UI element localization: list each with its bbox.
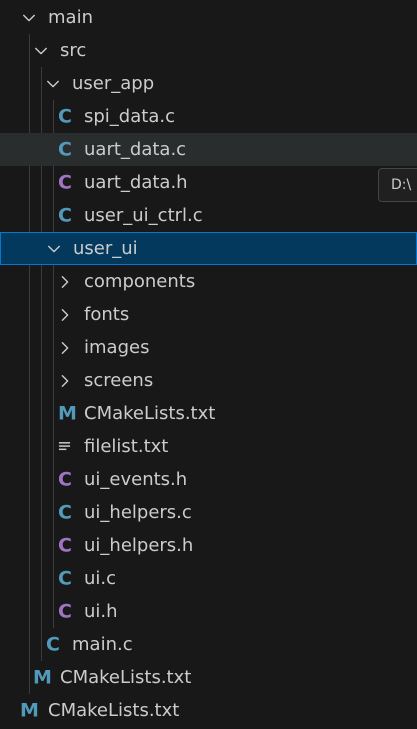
c-header-icon: C xyxy=(58,600,72,622)
tree-item-label: ui_helpers.c xyxy=(84,501,192,523)
c-source-icon: C xyxy=(58,567,72,589)
tree-item-label: main.c xyxy=(72,633,133,655)
chevron-right-icon[interactable] xyxy=(58,308,72,322)
tree-file-main-c[interactable]: Cmain.c xyxy=(0,628,417,661)
tree-item-label: user_ui_ctrl.c xyxy=(84,204,203,226)
c-header-icon: C xyxy=(58,171,72,193)
tree-file-ui-helpers-h[interactable]: Cui_helpers.h xyxy=(0,529,417,562)
text-file-icon xyxy=(58,440,71,453)
tree-item-label: screens xyxy=(84,369,154,391)
path-tooltip: D:\ xyxy=(378,168,417,202)
tree-file-cmakelists-txt[interactable]: M CMakeLists.txt xyxy=(0,661,417,694)
chevron-down-icon[interactable] xyxy=(47,242,61,256)
tree-item-label: ui_events.h xyxy=(84,468,188,490)
tree-file-ui-helpers-c[interactable]: Cui_helpers.c xyxy=(0,496,417,529)
tree-file-ui-c[interactable]: Cui.c xyxy=(0,562,417,595)
c-source-icon: C xyxy=(58,138,72,160)
tree-file-ui-events-h[interactable]: Cui_events.h xyxy=(0,463,417,496)
tree-item-label: uart_data.h xyxy=(84,171,188,193)
tooltip-text: D:\ xyxy=(391,177,412,193)
chevron-down-icon[interactable] xyxy=(34,44,48,58)
cmake-icon: M xyxy=(33,666,52,688)
tree-item-label: src xyxy=(60,39,87,61)
tree-file-filelist-txt[interactable]: filelist.txt xyxy=(0,430,417,463)
tree-item-label: uart_data.c xyxy=(84,138,187,160)
tree-folder-main[interactable]: main xyxy=(0,1,417,34)
tree-item-label: fonts xyxy=(84,303,130,325)
tree-item-label: CMakeLists.txt xyxy=(84,402,216,424)
tree-folder-fonts[interactable]: fonts xyxy=(0,298,417,331)
tree-file-user-ui-ctrl-c[interactable]: Cuser_ui_ctrl.c xyxy=(0,199,417,232)
tree-item-label: filelist.txt xyxy=(84,435,169,457)
c-source-icon: C xyxy=(58,105,72,127)
tree-item-label: CMakeLists.txt xyxy=(60,666,192,688)
c-source-icon: C xyxy=(46,633,60,655)
tree-item-label: user_ui xyxy=(73,237,138,259)
tree-file-cmakelists-txt[interactable]: M CMakeLists.txt xyxy=(0,694,417,727)
c-header-icon: C xyxy=(58,468,72,490)
tree-item-label: ui.c xyxy=(84,567,117,589)
file-explorer: main src user_app Cspi_data.c Cuart_data.c Cu… xyxy=(0,0,417,729)
c-source-icon: C xyxy=(58,501,72,523)
chevron-right-icon[interactable] xyxy=(58,341,72,355)
tree-item-label: ui.h xyxy=(84,600,118,622)
tree-file-cmakelists-txt[interactable]: M CMakeLists.txt xyxy=(0,397,417,430)
tree-folder-user-app[interactable]: user_app xyxy=(0,67,417,100)
cmake-icon: M xyxy=(20,699,39,721)
tree-folder-src[interactable]: src xyxy=(0,34,417,67)
chevron-down-icon[interactable] xyxy=(46,77,60,91)
tree-item-label: images xyxy=(84,336,150,358)
c-source-icon: C xyxy=(58,204,72,226)
tree-file-ui-h[interactable]: Cui.h xyxy=(0,595,417,628)
tree-item-label: main xyxy=(48,6,93,28)
tree-file-uart-data-c[interactable]: Cuart_data.c xyxy=(0,133,417,166)
tree-item-label: CMakeLists.txt xyxy=(48,699,180,721)
c-header-icon: C xyxy=(58,534,72,556)
tree-item-label: ui_helpers.h xyxy=(84,534,194,556)
chevron-down-icon[interactable] xyxy=(22,11,36,25)
tree-item-label: user_app xyxy=(72,72,155,94)
tree-file-spi-data-c[interactable]: Cspi_data.c xyxy=(0,100,417,133)
tree-item-label: components xyxy=(84,270,196,292)
tree-file-uart-data-h[interactable]: Cuart_data.h xyxy=(0,166,417,199)
tree-folder-images[interactable]: images xyxy=(0,331,417,364)
tree-item-label: spi_data.c xyxy=(84,105,175,127)
cmake-icon: M xyxy=(58,402,77,424)
tree-folder-user-ui[interactable]: user_ui xyxy=(0,232,417,265)
chevron-right-icon[interactable] xyxy=(58,275,72,289)
chevron-right-icon[interactable] xyxy=(58,374,72,388)
tree-folder-components[interactable]: components xyxy=(0,265,417,298)
tree-folder-screens[interactable]: screens xyxy=(0,364,417,397)
